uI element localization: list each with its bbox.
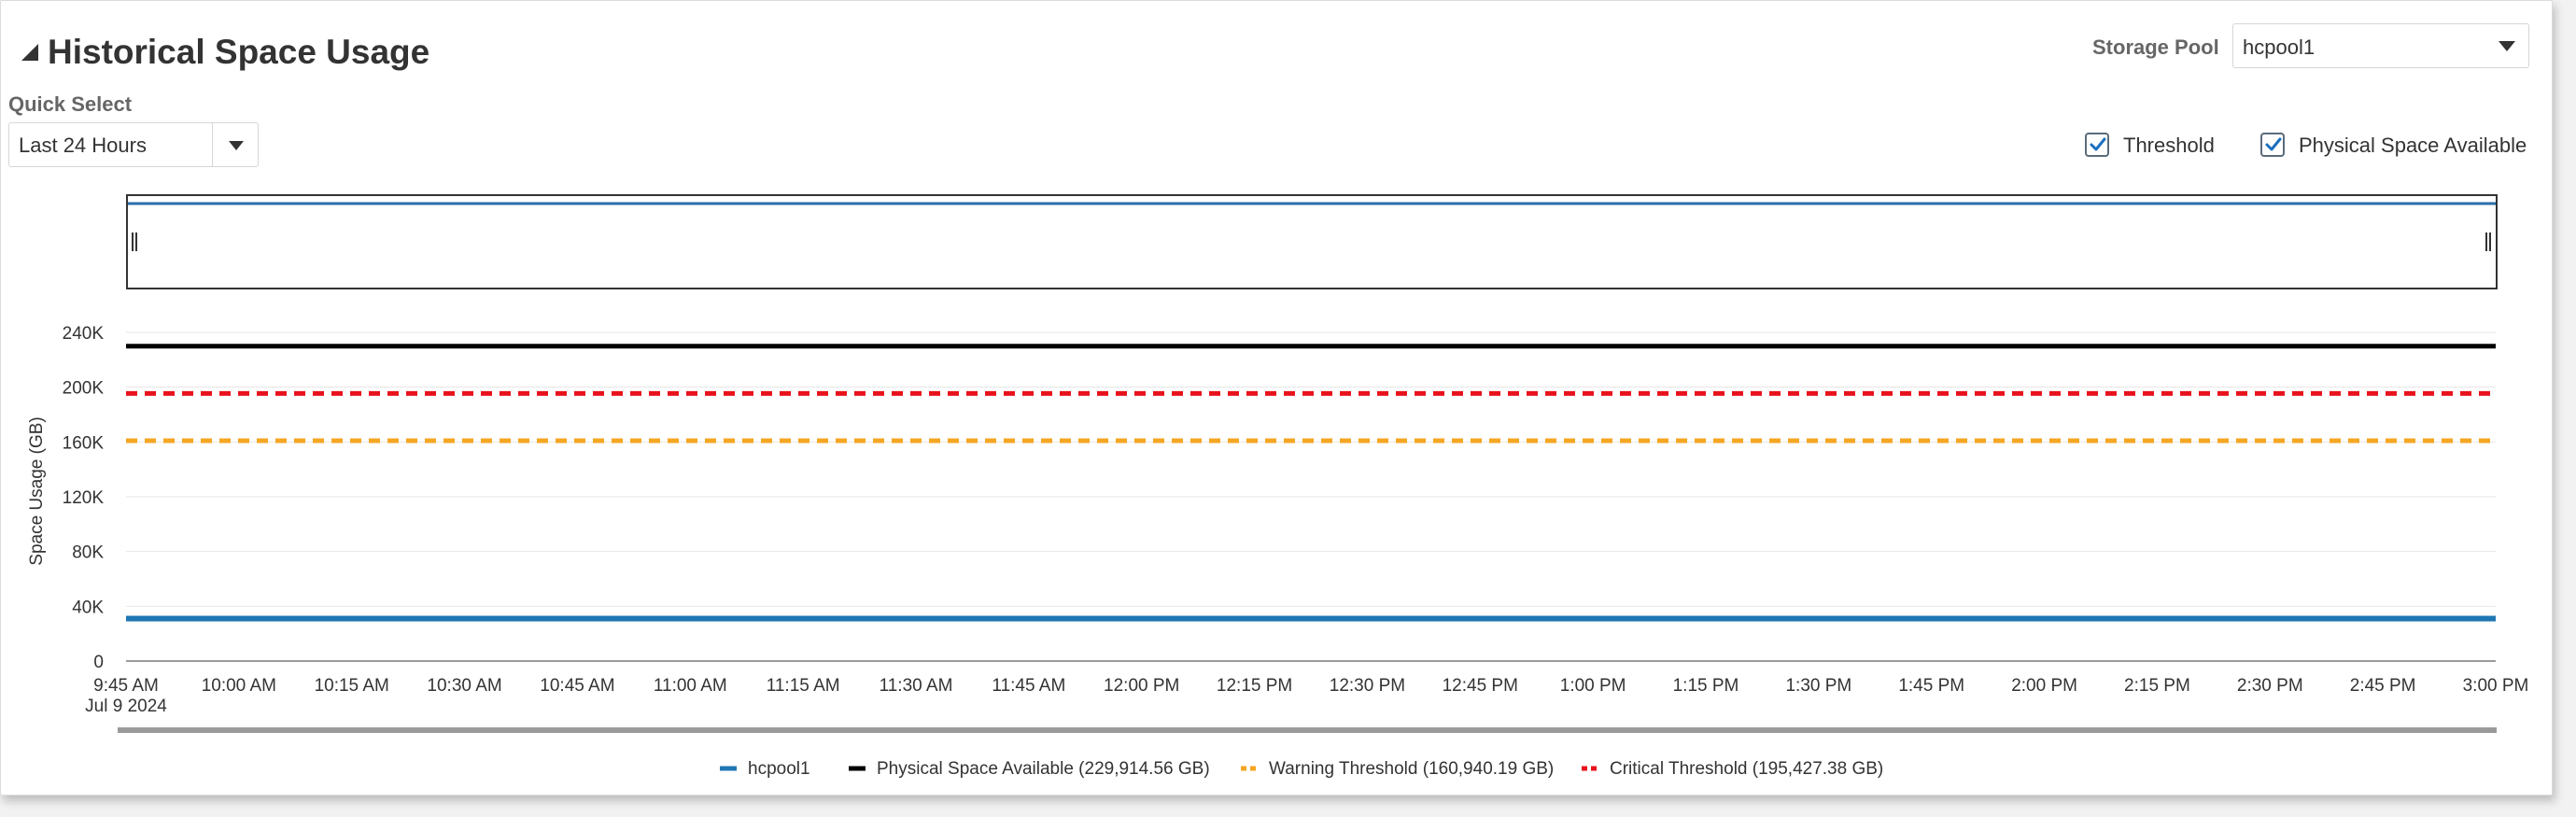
x-tick-label: 10:30 AM (427, 676, 501, 696)
x-tick-label: 12:30 PM (1330, 676, 1405, 696)
x-tick-label: 10:00 AM (202, 676, 276, 696)
x-tick-label: 2:00 PM (2011, 676, 2077, 696)
horizontal-scrollbar[interactable] (118, 727, 2497, 733)
x-tick-label: 11:45 AM (992, 676, 1065, 696)
x-tick-label: 2:15 PM (2124, 676, 2190, 696)
chart-legend: hcpool1 Physical Space Available (229,914… (720, 759, 1883, 779)
space-usage-chart: 0 40K 80K 120K 160K 200K 240K 9:45 AM 10:00 AM 1… (27, 194, 2528, 779)
x-tick-label: 10:15 AM (315, 676, 389, 696)
x-tick-label: 1:45 PM (1898, 676, 1964, 696)
x-tick-label: 1:30 PM (1785, 676, 1851, 696)
x-tick-label: 11:30 AM (880, 676, 953, 696)
y-tick-label: 200K (63, 379, 105, 399)
overview-navigator[interactable] (126, 194, 2498, 289)
y-tick-label: 120K (63, 488, 105, 508)
x-tick-label: 2:45 PM (2350, 676, 2416, 696)
x-tick-label: 11:00 AM (654, 676, 727, 696)
historical-space-usage-panel: Historical Space Usage Quick Select Last… (0, 0, 2553, 796)
y-tick-label: 0 (93, 653, 104, 672)
x-tick-label: 11:15 AM (767, 676, 840, 696)
x-tick-label: 10:45 AM (540, 676, 614, 696)
legend-item-label: hcpool1 (748, 759, 810, 779)
y-tick-label: 240K (63, 324, 105, 344)
x-tick-label: 1:00 PM (1560, 676, 1626, 696)
x-tick-label: 3:00 PM (2463, 676, 2529, 696)
x-tick-label: 12:00 PM (1104, 676, 1179, 696)
legend-item-label: Critical Threshold (195,427.38 GB) (1610, 759, 1883, 779)
x-axis-date-label: Jul 9 2024 (85, 697, 167, 716)
x-tick-label: 12:45 PM (1443, 676, 1518, 696)
y-tick-label: 80K (72, 543, 104, 563)
y-axis-label: Space Usage (GB) (27, 416, 47, 565)
x-tick-label: 2:30 PM (2237, 676, 2303, 696)
legend-item-label: Physical Space Available (229,914.56 GB) (877, 759, 1210, 779)
chart-grid (126, 331, 2496, 662)
legend-item-label: Warning Threshold (160,940.19 GB) (1269, 759, 1554, 779)
y-axis-ticks: 0 40K 80K 120K 160K 200K 240K (63, 324, 105, 672)
y-tick-label: 40K (72, 598, 104, 617)
x-axis-ticks: 9:45 AM 10:00 AM 10:15 AM 10:30 AM 10:45 AM 1… (93, 676, 2528, 696)
x-tick-label: 12:15 PM (1217, 676, 1292, 696)
y-tick-label: 160K (63, 433, 105, 453)
x-tick-label: 9:45 AM (93, 676, 159, 696)
x-tick-label: 1:15 PM (1673, 676, 1739, 696)
overview-frame (126, 194, 2498, 289)
